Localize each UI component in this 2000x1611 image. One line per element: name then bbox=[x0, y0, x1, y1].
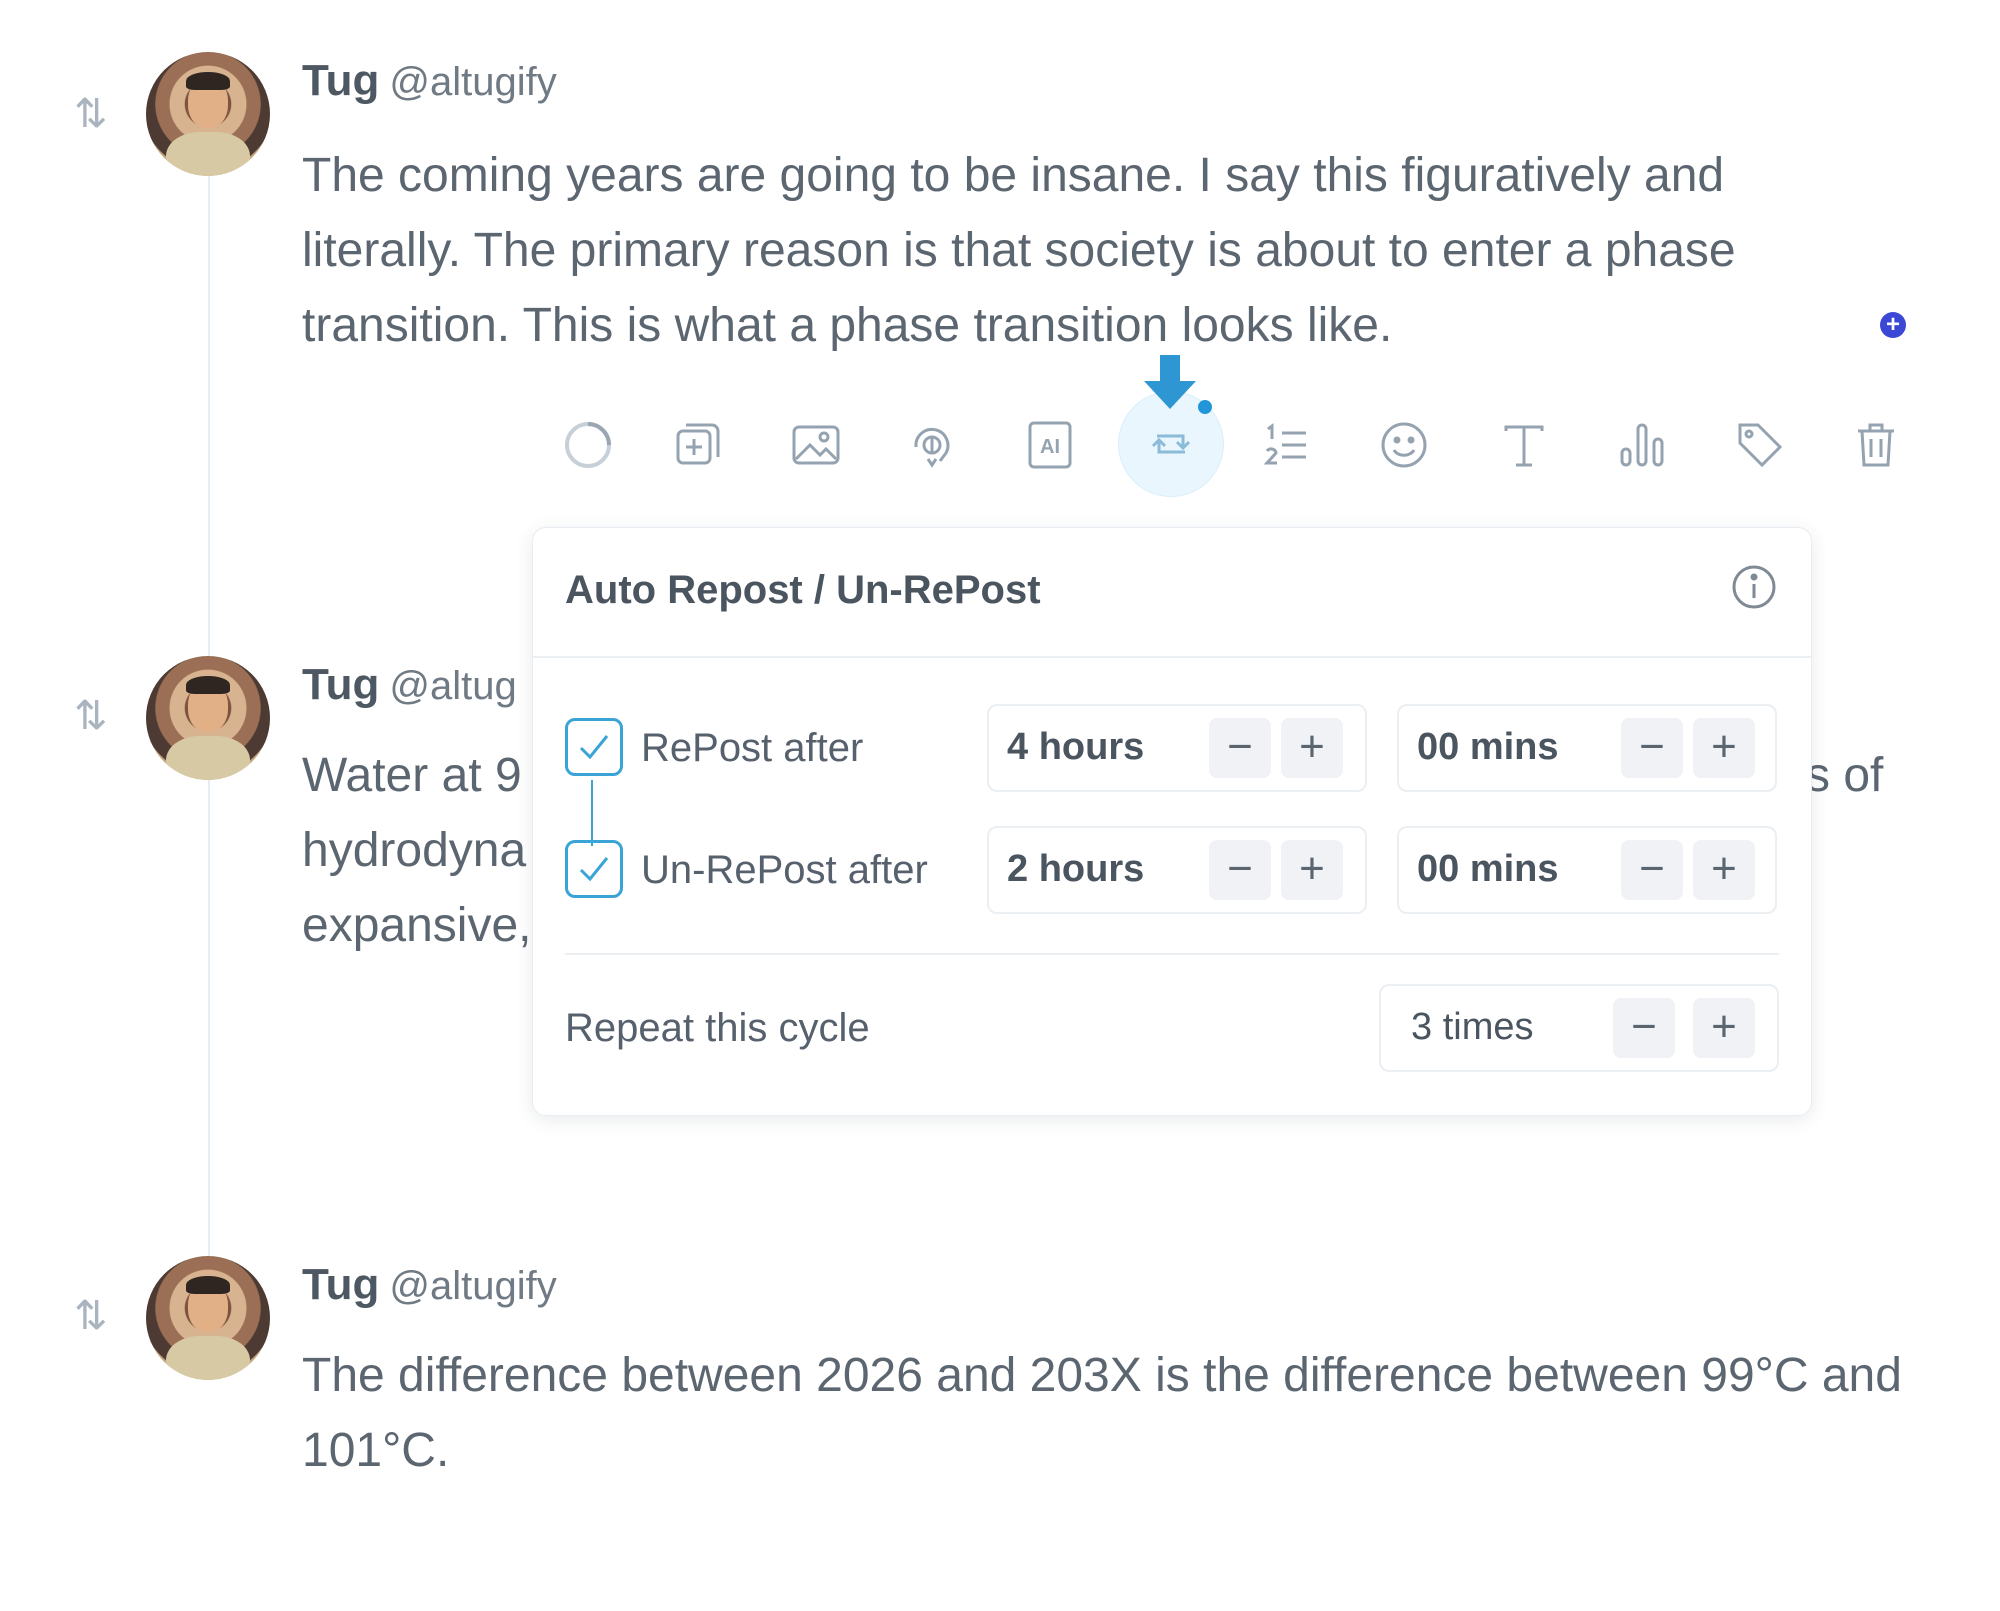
svg-text:AI: AI bbox=[1040, 436, 1060, 458]
active-indicator-dot bbox=[1198, 400, 1212, 414]
repost-mins-minus-button[interactable]: − bbox=[1621, 718, 1683, 778]
repost-hours-value[interactable]: 4 hours bbox=[1007, 726, 1144, 769]
numbered-list-icon[interactable] bbox=[1236, 395, 1336, 495]
loading-circle-icon bbox=[538, 395, 638, 495]
author-handle: @altugify bbox=[389, 60, 557, 104]
unrepost-mins-minus-button[interactable]: − bbox=[1621, 840, 1683, 900]
unrepost-hours-minus-button[interactable]: − bbox=[1209, 840, 1271, 900]
pointer-arrow-icon bbox=[1144, 355, 1196, 409]
unrepost-hours-value[interactable]: 2 hours bbox=[1007, 848, 1144, 891]
repeat-cycle-stepper: 3 times − + bbox=[1379, 984, 1779, 1072]
tag-icon[interactable] bbox=[1710, 395, 1810, 495]
post-text-line-1[interactable]: Water at 9 bbox=[302, 738, 542, 813]
repeat-minus-button[interactable]: − bbox=[1613, 998, 1675, 1058]
panel-divider bbox=[565, 953, 1779, 955]
post-text[interactable]: The difference between 2026 and 203X is … bbox=[302, 1338, 1922, 1488]
repeat-cycle-label: Repeat this cycle bbox=[565, 1006, 870, 1050]
panel-header: Auto Repost / Un-RePost bbox=[533, 528, 1811, 658]
reorder-handle-icon[interactable]: ⇅ bbox=[74, 88, 126, 140]
image-icon[interactable] bbox=[766, 395, 866, 495]
repost-checkbox[interactable] bbox=[565, 718, 623, 776]
info-icon[interactable] bbox=[1731, 564, 1777, 610]
reorder-handle-icon[interactable]: ⇅ bbox=[74, 690, 126, 742]
unrepost-mins-plus-button[interactable]: + bbox=[1693, 840, 1755, 900]
add-post-dot-icon[interactable]: + bbox=[1880, 312, 1906, 338]
trash-icon[interactable] bbox=[1826, 395, 1926, 495]
ai-icon[interactable]: AI bbox=[1000, 395, 1100, 495]
post-text-line-2[interactable]: hydrodyna bbox=[302, 813, 542, 888]
unrepost-hours-stepper: 2 hours − + bbox=[987, 826, 1367, 914]
avatar bbox=[146, 656, 270, 780]
author-name: Tug bbox=[302, 56, 380, 105]
avatar bbox=[146, 1256, 270, 1380]
poll-icon[interactable] bbox=[1592, 395, 1692, 495]
post-toolbar: AI bbox=[0, 391, 2000, 497]
post-author: Tug @altugify bbox=[302, 56, 557, 106]
post-text-line-3[interactable]: expansive, bbox=[302, 888, 542, 963]
repost-mins-value[interactable]: 00 mins bbox=[1417, 726, 1559, 769]
repost-hours-minus-button[interactable]: − bbox=[1209, 718, 1271, 778]
unrepost-label: Un-RePost after bbox=[641, 848, 928, 892]
repost-mins-plus-button[interactable]: + bbox=[1693, 718, 1755, 778]
reorder-handle-icon[interactable]: ⇅ bbox=[74, 1290, 126, 1342]
checkbox-link-line bbox=[591, 780, 593, 846]
repeat-plus-button[interactable]: + bbox=[1693, 998, 1755, 1058]
post-author: Tug @altugify bbox=[302, 1260, 557, 1310]
post-author: Tug @altug bbox=[302, 660, 517, 710]
author-handle: @altugify bbox=[389, 1264, 557, 1308]
author-name: Tug bbox=[302, 660, 380, 709]
repeat-cycle-value[interactable]: 3 times bbox=[1411, 1006, 1533, 1049]
repost-label: RePost after bbox=[641, 726, 864, 770]
post-text[interactable]: The coming years are going to be insane.… bbox=[302, 138, 1832, 363]
unrepost-hours-plus-button[interactable]: + bbox=[1281, 840, 1343, 900]
unrepost-mins-value[interactable]: 00 mins bbox=[1417, 848, 1559, 891]
post-text-line-1-tail[interactable]: s of bbox=[1806, 738, 1926, 813]
gif-icon[interactable] bbox=[882, 395, 982, 495]
auto-repost-panel: Auto Repost / Un-RePost RePost after 4 h… bbox=[532, 527, 1812, 1116]
emoji-icon[interactable] bbox=[1354, 395, 1454, 495]
repost-mins-stepper: 00 mins − + bbox=[1397, 704, 1777, 792]
author-handle: @altug bbox=[389, 664, 517, 708]
add-post-icon[interactable] bbox=[648, 395, 748, 495]
text-format-icon[interactable] bbox=[1474, 395, 1574, 495]
unrepost-checkbox[interactable] bbox=[565, 840, 623, 898]
author-name: Tug bbox=[302, 1260, 380, 1309]
avatar bbox=[146, 52, 270, 176]
panel-title: Auto Repost / Un-RePost bbox=[565, 568, 1041, 612]
repost-hours-stepper: 4 hours − + bbox=[987, 704, 1367, 792]
repost-hours-plus-button[interactable]: + bbox=[1281, 718, 1343, 778]
unrepost-mins-stepper: 00 mins − + bbox=[1397, 826, 1777, 914]
